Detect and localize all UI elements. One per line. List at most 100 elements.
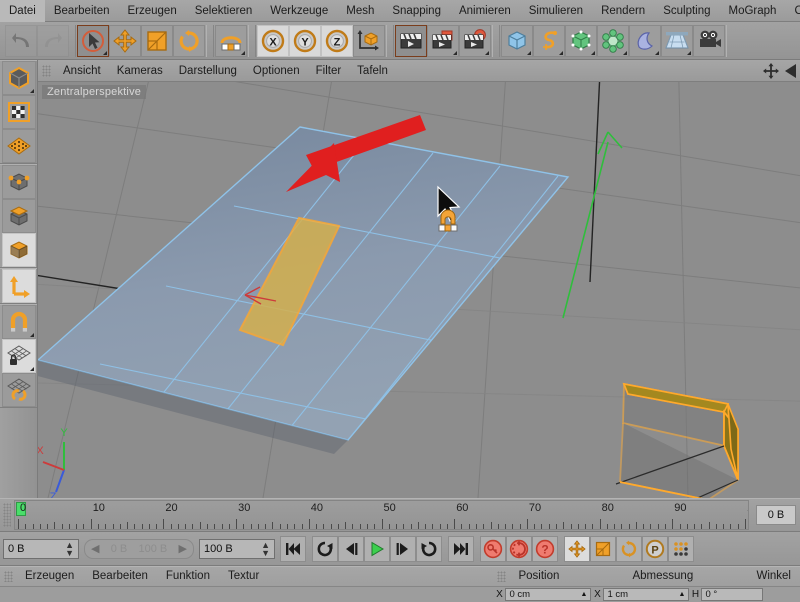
points-mode-button[interactable]	[1, 129, 36, 163]
gizmo-label-x: X	[38, 445, 44, 457]
menu-snapping[interactable]: Snapping	[383, 0, 450, 22]
menu-werkzeuge[interactable]: Werkzeuge	[261, 0, 337, 22]
spline-button[interactable]	[533, 24, 565, 57]
menu-simulieren[interactable]: Simulieren	[520, 0, 592, 22]
end-time-field[interactable]: 100 B ▲ ▼	[199, 538, 275, 559]
menu-selektieren[interactable]: Selektieren	[186, 0, 262, 22]
preview-range-field[interactable]: ◀ 0 B 100 B ▶	[84, 538, 194, 559]
move-tool-button[interactable]	[109, 24, 141, 57]
menu-animieren[interactable]: Animieren	[450, 0, 520, 22]
texture-mode-button[interactable]	[1, 95, 36, 129]
panel-grip-icon[interactable]	[497, 571, 507, 582]
range-right-arrow[interactable]: ▶	[179, 542, 187, 555]
materials-menu-funktion[interactable]: Funktion	[157, 567, 219, 586]
timeline-current-frame[interactable]: 0 B	[756, 505, 796, 525]
render-view-button[interactable]	[395, 24, 427, 57]
render-settings-button[interactable]	[459, 24, 491, 57]
menu-sculpting[interactable]: Sculpting	[654, 0, 719, 22]
menu-datei[interactable]: Datei	[0, 0, 45, 22]
object-axis-button[interactable]	[1, 269, 36, 303]
coord-angle-h-field[interactable]: 0 °	[701, 588, 764, 601]
scale-tool-button[interactable]	[141, 24, 173, 57]
end-time-value: 100 B	[204, 542, 233, 555]
timeline-tick	[54, 522, 56, 529]
timeline-tick	[177, 524, 179, 529]
polygon-select-button[interactable]	[1, 233, 36, 267]
viewport-3d[interactable]: Zentralperspektive Y Z X	[38, 82, 800, 498]
quantize-button[interactable]	[1, 373, 36, 407]
goto-end-button[interactable]	[448, 535, 474, 562]
timeline-tick	[650, 524, 652, 529]
materials-menu-textur[interactable]: Textur	[219, 567, 268, 586]
end-time-spinner[interactable]: ▲ ▼	[261, 540, 270, 557]
undo-button[interactable]	[5, 24, 37, 57]
redo-button[interactable]	[37, 24, 69, 57]
axis-y-button[interactable]: Y	[289, 24, 321, 57]
workplane-button[interactable]	[215, 24, 247, 57]
rotate-tool-button[interactable]	[173, 24, 205, 57]
goto-start-button[interactable]	[280, 535, 306, 562]
step-forward-button[interactable]	[390, 535, 416, 562]
gizmo-label-z: Z	[50, 491, 57, 498]
world-coordinate-button[interactable]	[353, 24, 385, 57]
panel-grip-icon[interactable]	[42, 64, 51, 77]
timeline-grip-icon[interactable]	[3, 503, 11, 527]
current-time-spinner[interactable]: ▲ ▼	[65, 540, 74, 557]
record-key-button[interactable]	[480, 535, 506, 562]
axis-x-button[interactable]: X	[257, 24, 289, 57]
select-tool-button[interactable]	[77, 24, 109, 57]
menu-bearbeiten[interactable]: Bearbeiten	[45, 0, 119, 22]
generator-nurbs-button[interactable]	[565, 24, 597, 57]
current-time-field[interactable]: 0 B ▲ ▼	[3, 538, 79, 559]
coord-size-x-field[interactable]: 1 cm ▲	[603, 588, 690, 601]
panel-grip-icon[interactable]	[4, 571, 13, 582]
timeline-tick	[454, 519, 456, 529]
model-mode-button[interactable]	[1, 61, 36, 95]
polygons-mode-button[interactable]	[1, 199, 36, 233]
record-param-button[interactable]: P	[642, 535, 668, 562]
play-button[interactable]	[364, 535, 390, 562]
timeline-tick	[599, 519, 601, 529]
menu-erzeugen[interactable]: Erzeugen	[118, 0, 185, 22]
timeline-tick	[439, 524, 441, 529]
render-region-button[interactable]	[427, 24, 459, 57]
viewmenu-optionen[interactable]: Optionen	[245, 60, 308, 82]
record-pla-button[interactable]	[668, 535, 694, 562]
timeline-tick	[185, 524, 187, 529]
next-key-button[interactable]	[416, 535, 442, 562]
floor-button[interactable]	[661, 24, 693, 57]
coord-position-x-field[interactable]: 0 cm ▲	[505, 588, 592, 601]
autokey-button[interactable]	[506, 535, 532, 562]
materials-menu-bearbeiten[interactable]: Bearbeiten	[83, 567, 157, 586]
menu-mograph[interactable]: MoGraph	[720, 0, 786, 22]
pan-view-icon[interactable]	[762, 62, 780, 80]
deformer-button[interactable]	[597, 24, 629, 57]
record-position-button[interactable]	[564, 535, 590, 562]
viewmenu-tafeln[interactable]: Tafeln	[349, 60, 396, 82]
step-back-button[interactable]	[338, 535, 364, 562]
menu-mesh[interactable]: Mesh	[337, 0, 383, 22]
materials-menu-erzeugen[interactable]: Erzeugen	[16, 567, 83, 586]
viewmenu-ansicht[interactable]: Ansicht	[55, 60, 109, 82]
viewmenu-kameras[interactable]: Kameras	[109, 60, 171, 82]
key-selection-button[interactable]: ?	[532, 535, 558, 562]
magnet-button[interactable]	[1, 305, 36, 339]
zoom-view-icon[interactable]	[782, 62, 798, 80]
camera-button[interactable]	[693, 24, 725, 57]
timeline-ruler[interactable]: 0 10 20 30 40 50 60 70 80 90 100	[14, 500, 749, 530]
edges-mode-button[interactable]	[1, 165, 36, 199]
prev-key-button[interactable]	[312, 535, 338, 562]
menu-rendern[interactable]: Rendern	[592, 0, 654, 22]
timeline-tick	[657, 524, 659, 529]
axis-z-button[interactable]: Z	[321, 24, 353, 57]
range-left-arrow[interactable]: ◀	[91, 542, 99, 555]
record-scale-button[interactable]	[590, 535, 616, 562]
record-rotation-button[interactable]	[616, 535, 642, 562]
viewmenu-filter[interactable]: Filter	[308, 60, 350, 82]
timeline-tick-label: 70	[528, 502, 542, 514]
lock-axis-button[interactable]	[1, 339, 36, 373]
viewmenu-darstellung[interactable]: Darstellung	[171, 60, 245, 82]
environment-button[interactable]	[629, 24, 661, 57]
cube-primitive-button[interactable]	[501, 24, 533, 57]
menu-charakter[interactable]: Charakter	[785, 0, 800, 22]
